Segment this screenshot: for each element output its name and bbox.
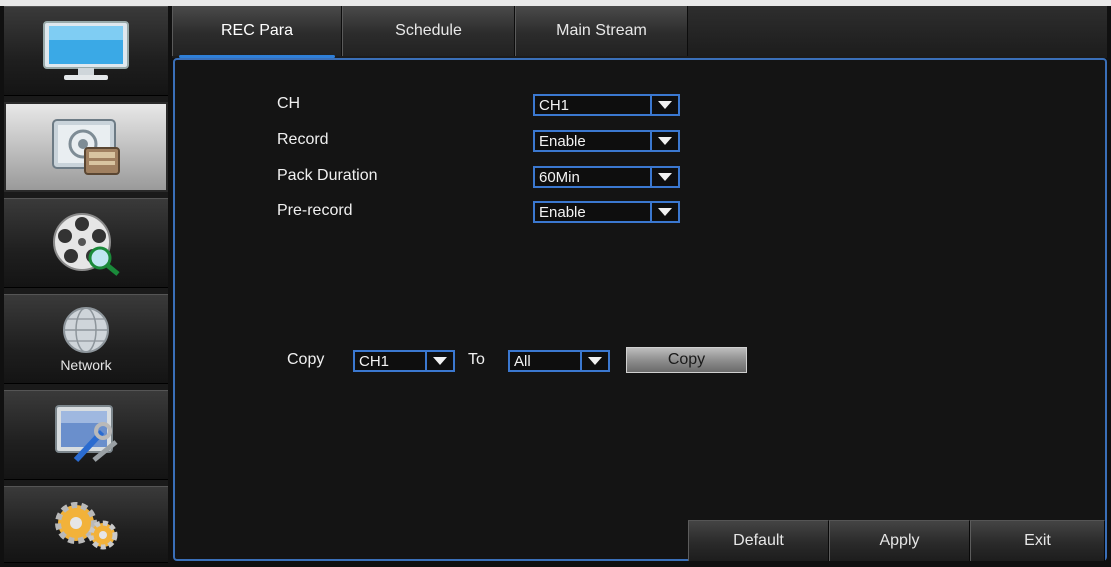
settings-panel: CH CH1 Record Enable Pack Duration 60Min… (173, 58, 1107, 561)
pre-record-select[interactable]: Enable (533, 201, 680, 223)
tab-schedule[interactable]: Schedule (342, 6, 515, 56)
film-reel-search-icon (53, 213, 120, 276)
globe-icon (63, 307, 109, 353)
copy-to-select[interactable]: All (508, 350, 610, 372)
tab-label: Main Stream (556, 22, 647, 39)
copy-button[interactable]: Copy (626, 347, 747, 373)
pre-record-select-value: Enable (539, 203, 586, 221)
copy-label: Copy (287, 351, 325, 368)
sidebar-item-display[interactable] (4, 6, 168, 96)
copy-from-select[interactable]: CH1 (353, 350, 455, 372)
ch-select[interactable]: CH1 (533, 94, 680, 116)
sidebar-item-network[interactable]: Network (4, 294, 168, 384)
dvr-record-settings-screen: Network REC Para Schedule Main Stream CH… (0, 0, 1111, 567)
record-select-value: Enable (539, 132, 586, 150)
tab-label: Schedule (395, 22, 462, 39)
sidebar-item-playback[interactable] (4, 198, 168, 288)
pre-record-label: Pre-record (277, 202, 353, 219)
ch-label: CH (277, 95, 301, 112)
pack-duration-select-value: 60Min (539, 168, 580, 186)
chevron-down-icon (580, 352, 608, 370)
sidebar-item-record[interactable] (4, 102, 168, 192)
chevron-down-icon (650, 168, 678, 186)
ch-select-value: CH1 (539, 96, 570, 114)
chevron-down-icon (650, 96, 678, 114)
record-select[interactable]: Enable (533, 130, 680, 152)
tab-bar: REC Para Schedule Main Stream (172, 6, 1107, 58)
exit-button[interactable]: Exit (970, 520, 1105, 561)
apply-button[interactable]: Apply (829, 520, 970, 561)
pack-duration-select[interactable]: 60Min (533, 166, 680, 188)
copy-from-value: CH1 (359, 352, 390, 370)
tab-main-stream[interactable]: Main Stream (515, 6, 688, 56)
sidebar-item-system-settings[interactable] (4, 486, 168, 563)
record-settings-icon (52, 119, 120, 175)
default-button[interactable]: Default (688, 520, 829, 561)
tab-label: REC Para (220, 22, 294, 39)
copy-to-value: All (514, 352, 531, 370)
system-tools-icon (55, 405, 118, 463)
sidebar-item-label: Network (60, 357, 112, 373)
record-label: Record (277, 131, 329, 148)
chevron-down-icon (650, 132, 678, 150)
chevron-down-icon (650, 203, 678, 221)
chevron-down-icon (425, 352, 453, 370)
monitor-icon (43, 21, 129, 80)
copy-to-label: To (468, 351, 485, 368)
sidebar-item-system-tools[interactable] (4, 390, 168, 480)
gears-icon (55, 501, 118, 549)
pack-duration-label: Pack Duration (277, 167, 378, 184)
sidebar: Network (4, 6, 168, 563)
tab-rec-para[interactable]: REC Para (172, 6, 342, 58)
